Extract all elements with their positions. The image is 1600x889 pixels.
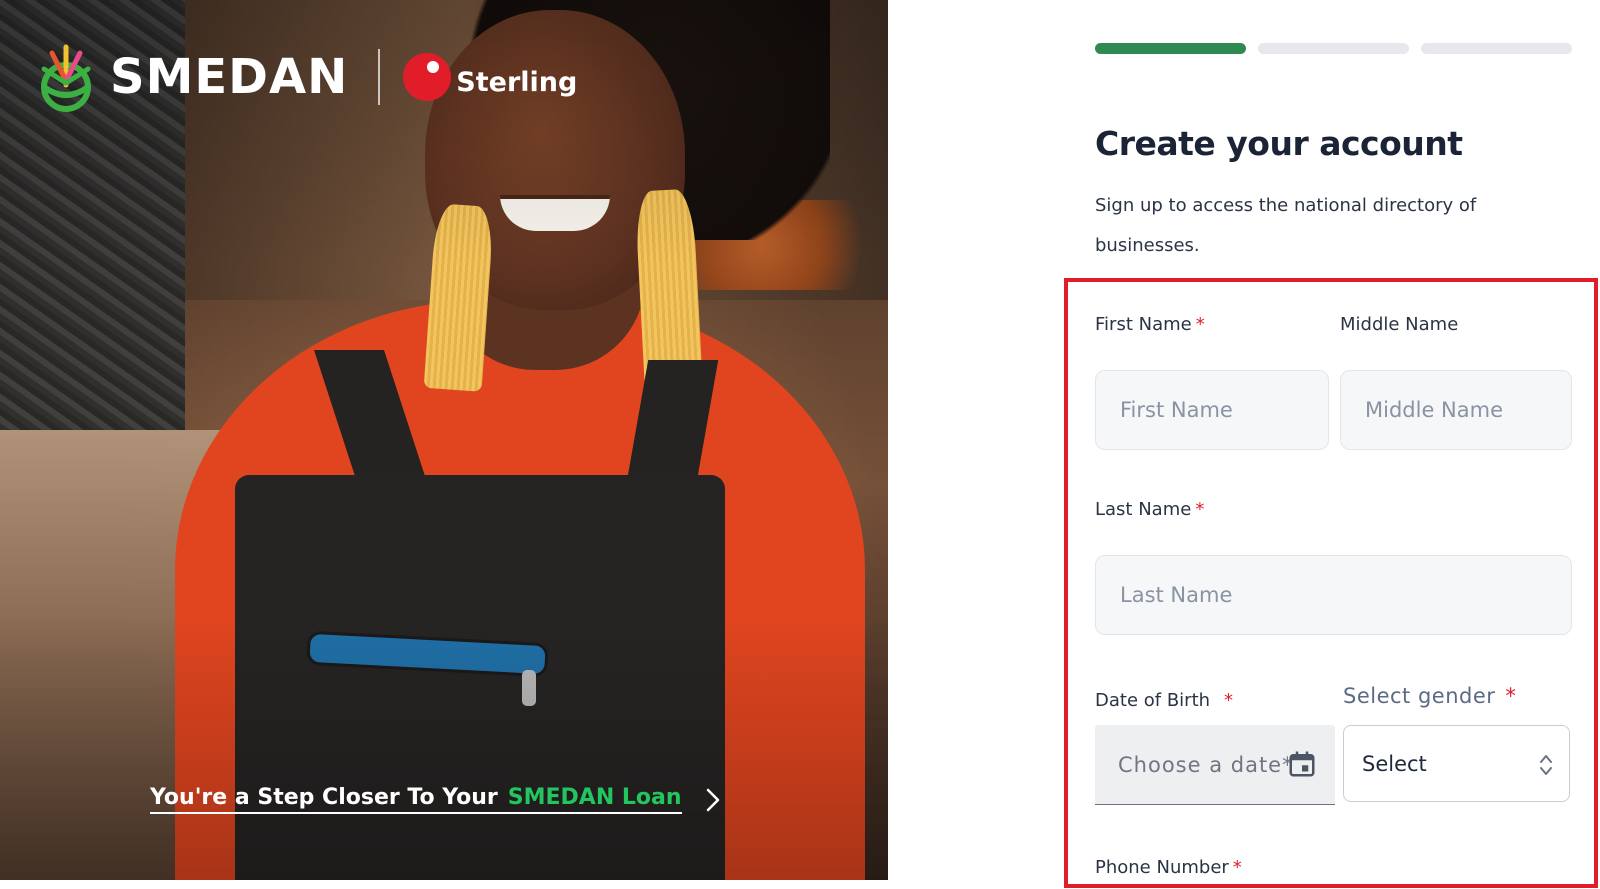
tagline-text: You're a Step Closer To Your SMEDAN Loan — [150, 785, 682, 814]
smedan-logo-icon — [41, 44, 91, 112]
logo-row: SMEDAN Sterling — [30, 38, 577, 116]
sterling-logo-icon — [403, 53, 452, 101]
hero-image: SMEDAN Sterling You're a Step Closer To … — [0, 0, 888, 880]
first-name-label: First Name * — [1095, 314, 1205, 335]
dob-date-picker[interactable]: Choose a date* — [1095, 725, 1335, 805]
step-progress — [1095, 43, 1572, 54]
required-marker: * — [1195, 314, 1205, 335]
logo-divider — [378, 49, 381, 105]
gender-label: Select gender * — [1343, 684, 1516, 708]
middle-name-label: Middle Name — [1340, 314, 1458, 335]
gender-label-text: Select gender — [1343, 684, 1496, 708]
last-name-label-text: Last Name — [1095, 499, 1192, 520]
dob-label: Date of Birth * — [1095, 690, 1233, 711]
gender-select-value: Select — [1362, 751, 1427, 776]
sterling-wordmark: Sterling — [456, 66, 578, 98]
last-name-field[interactable] — [1095, 555, 1572, 635]
tagline-highlight: SMEDAN Loan — [507, 785, 682, 810]
first-name-field[interactable] — [1095, 370, 1329, 450]
last-name-input[interactable] — [1120, 583, 1571, 607]
required-marker: * — [1232, 857, 1242, 878]
page-title: Create your account — [1095, 124, 1463, 163]
smedan-wordmark: SMEDAN — [110, 49, 349, 105]
tagline-prefix: You're a Step Closer To Your — [150, 785, 498, 810]
required-marker: * — [1505, 684, 1517, 708]
middle-name-input[interactable] — [1365, 398, 1571, 422]
image-shade — [0, 0, 888, 880]
required-marker: * — [1195, 499, 1205, 520]
last-name-label: Last Name * — [1095, 499, 1204, 520]
calendar-icon[interactable] — [1287, 749, 1317, 779]
progress-step-2 — [1258, 43, 1409, 54]
first-name-input[interactable] — [1120, 398, 1328, 422]
updown-chevron-icon — [1540, 755, 1552, 775]
dob-placeholder: Choose a date* — [1118, 752, 1294, 777]
dob-label-text: Date of Birth — [1095, 690, 1211, 711]
progress-step-1 — [1095, 43, 1246, 54]
required-marker: * — [1224, 690, 1234, 711]
phone-label-text: Phone Number — [1095, 857, 1229, 878]
middle-name-label-text: Middle Name — [1340, 314, 1459, 335]
loan-tagline-link[interactable]: You're a Step Closer To Your SMEDAN Loan — [150, 785, 722, 814]
middle-name-field[interactable] — [1340, 370, 1572, 450]
phone-label: Phone Number * — [1095, 857, 1242, 878]
page-subtitle: Sign up to access the national directory… — [1095, 195, 1477, 256]
gender-select[interactable]: Select — [1343, 725, 1570, 802]
progress-step-3 — [1421, 43, 1572, 54]
first-name-label-text: First Name — [1095, 314, 1192, 335]
chevron-right-icon — [706, 788, 719, 811]
